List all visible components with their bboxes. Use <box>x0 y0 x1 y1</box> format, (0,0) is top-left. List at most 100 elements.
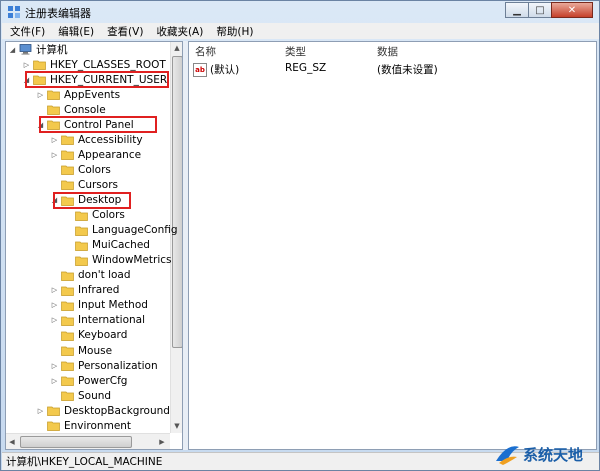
tree-node[interactable]: ▷ Accessibility <box>50 132 143 147</box>
expand-arrow-icon[interactable]: ▷ <box>50 150 59 159</box>
menu-help[interactable]: 帮助(H) <box>208 24 258 39</box>
tree-node[interactable]: MuiCached <box>64 238 150 253</box>
scroll-down-icon[interactable]: ▼ <box>173 422 181 430</box>
watermark: 系统天地 <box>493 441 598 467</box>
tree-node-label: AppEvents <box>64 88 121 101</box>
tree-node-label: DesktopBackground <box>64 404 170 417</box>
tree-node-label: Keyboard <box>78 329 128 342</box>
tree-node[interactable]: ▷ PowerCfg <box>50 373 128 388</box>
values-list-pane[interactable]: 名称 类型 数据 ab (默认) REG_SZ (数值未设置) <box>188 41 597 450</box>
expand-arrow-icon[interactable]: ▷ <box>50 301 59 310</box>
tree-node-label: Personalization <box>78 359 158 372</box>
tree-node[interactable]: Colors <box>50 162 111 177</box>
folder-icon <box>61 179 74 191</box>
editor-body: ▲ ▼ ◀ ▶ ◢ 计算机 ▷ HKEY_CLASSES_ROOT ◢ HKEY_CURR… <box>5 41 597 450</box>
tree-node[interactable]: LanguageConfig <box>64 223 178 238</box>
expand-arrow-icon[interactable]: ▷ <box>36 90 45 99</box>
regedit-app-icon <box>8 6 20 18</box>
scroll-right-icon[interactable]: ▶ <box>158 438 166 446</box>
expand-arrow-icon[interactable]: ▷ <box>22 60 31 69</box>
tree-node[interactable]: Colors <box>64 208 125 223</box>
tree-horizontal-scrollbar[interactable]: ◀ ▶ <box>6 433 170 449</box>
value-row-type[interactable]: REG_SZ <box>285 62 326 74</box>
expand-arrow-icon[interactable]: ▷ <box>50 135 59 144</box>
tree-node[interactable]: don't load <box>50 268 131 283</box>
tree-node[interactable]: ▷ Input Method <box>50 298 148 313</box>
tree-node-label: HKEY_CLASSES_ROOT <box>50 58 166 71</box>
folder-icon <box>61 360 74 371</box>
tree-node[interactable]: Environment <box>36 418 131 433</box>
maximize-button[interactable]: □ <box>528 2 552 18</box>
watermark-text: 系统天地 <box>523 445 584 464</box>
folder-icon <box>61 315 74 326</box>
column-header-name[interactable]: 名称 <box>195 44 216 59</box>
tree-node[interactable]: Keyboard <box>50 328 127 343</box>
tree-node[interactable]: Sound <box>50 388 111 403</box>
highlight-box <box>53 191 132 209</box>
tree-node[interactable]: Cursors <box>50 177 118 192</box>
expand-arrow-icon[interactable]: ▷ <box>50 316 59 325</box>
tree-node-label: Environment <box>64 419 132 432</box>
value-row-name[interactable]: ab (默认) <box>193 62 239 77</box>
computer-icon <box>19 44 32 55</box>
minimize-button[interactable]: ▁ <box>505 2 529 18</box>
tree-node[interactable]: ▷ Appearance <box>50 147 141 162</box>
tree-node[interactable]: ▷ Infrared <box>50 283 120 298</box>
tree-node-label: Colors <box>92 209 125 222</box>
tree-node[interactable]: ▷ International <box>50 313 145 328</box>
expand-arrow-icon[interactable]: ▷ <box>50 376 59 385</box>
menu-edit[interactable]: 编辑(E) <box>50 24 99 39</box>
folder-icon <box>61 134 74 146</box>
folder-icon <box>61 345 74 356</box>
key-tree-pane[interactable]: ▲ ▼ ◀ ▶ ◢ 计算机 ▷ HKEY_CLASSES_ROOT ◢ HKEY_CURR… <box>5 41 183 450</box>
folder-icon <box>61 300 74 311</box>
close-button[interactable]: ✕ <box>551 2 593 18</box>
column-header-data[interactable]: 数据 <box>377 44 398 59</box>
highlight-box <box>39 116 157 134</box>
tree-node[interactable]: ▷ DesktopBackground <box>36 403 170 418</box>
caption-buttons: ▁ □ ✕ <box>505 2 593 19</box>
tree-hscroll-thumb[interactable] <box>20 436 132 448</box>
status-path: 计算机\HKEY_LOCAL_MACHINE <box>6 456 163 468</box>
scroll-left-icon[interactable]: ◀ <box>8 438 16 446</box>
tree-node-label: Input Method <box>78 299 148 312</box>
minimize-icon: ▁ <box>513 4 521 16</box>
tree-node[interactable]: ▷ AppEvents <box>36 87 120 102</box>
tree-node-label: Accessibility <box>78 133 143 146</box>
value-row-data[interactable]: (数值未设置) <box>377 62 438 77</box>
tree-node-label: International <box>78 314 146 327</box>
watermark-logo-icon <box>496 446 519 465</box>
expand-arrow-icon[interactable]: ▷ <box>36 406 45 415</box>
title-bar[interactable]: 注册表编辑器 ▁ □ ✕ <box>1 1 599 23</box>
menu-favorites[interactable]: 收藏夹(A) <box>148 24 208 39</box>
expand-arrow-icon[interactable]: ▷ <box>50 361 59 370</box>
tree-node[interactable]: Console <box>36 102 106 117</box>
tree-node[interactable]: Mouse <box>50 343 112 358</box>
expand-arrow-icon[interactable]: ▷ <box>50 286 59 295</box>
tree-node[interactable]: ▷ HKEY_CLASSES_ROOT <box>22 57 166 72</box>
tree-node-label: LanguageConfig <box>92 224 178 237</box>
tree-node[interactable]: WindowMetrics <box>64 253 172 268</box>
menu-view[interactable]: 查看(V) <box>99 24 148 39</box>
maximize-icon: □ <box>535 4 545 16</box>
tree-node[interactable]: ▷ Personalization <box>50 358 158 373</box>
folder-icon <box>61 375 74 386</box>
scroll-up-icon[interactable]: ▲ <box>173 44 181 52</box>
tree-node[interactable]: ◢ 计算机 <box>8 42 68 57</box>
column-header-type[interactable]: 类型 <box>285 44 306 59</box>
tree-vscroll-thumb[interactable] <box>172 56 182 348</box>
menu-file[interactable]: 文件(F) <box>2 24 50 39</box>
folder-icon <box>75 210 88 221</box>
value-type: REG_SZ <box>285 62 327 74</box>
collapse-arrow-icon[interactable]: ◢ <box>8 45 17 54</box>
folder-icon <box>75 240 88 251</box>
value-data: (数值未设置) <box>377 64 438 76</box>
tree-node-label: Infrared <box>78 284 120 297</box>
